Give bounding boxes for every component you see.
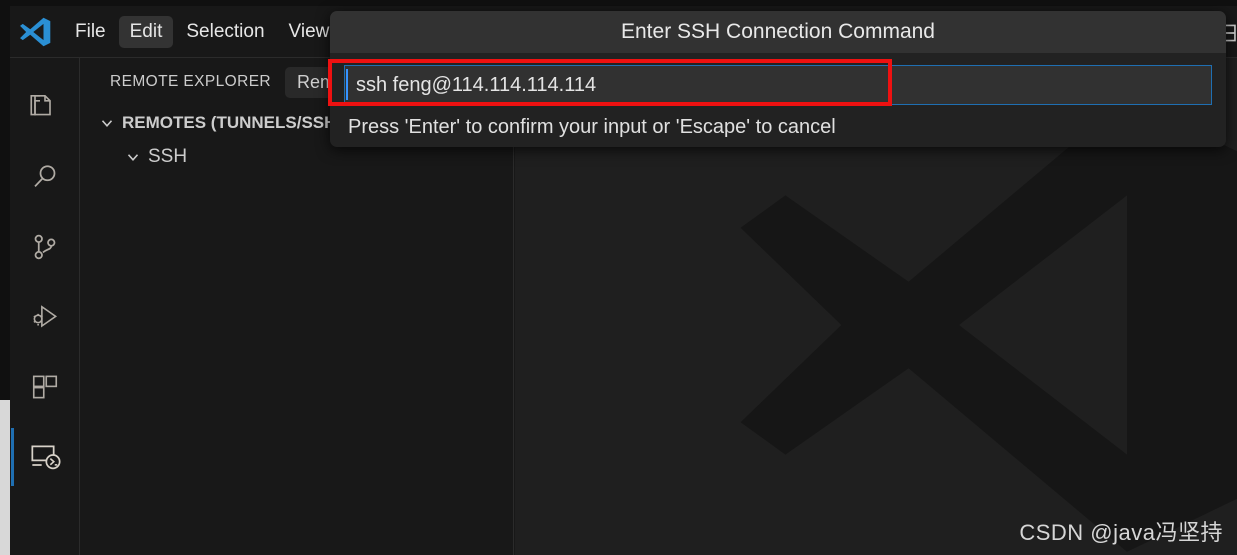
quick-input-field-wrap [344, 65, 1212, 105]
chevron-down-icon [96, 112, 118, 134]
run-debug-icon [30, 302, 60, 332]
quick-input-title: Enter SSH Connection Command [621, 20, 935, 43]
quick-input-titlebar: Enter SSH Connection Command [330, 11, 1226, 53]
menu-item-file[interactable]: File [64, 16, 117, 48]
sidebar-item-search[interactable] [10, 142, 80, 212]
vscode-window: File Edit Selection View REMOTE EXPLORER… [0, 0, 1237, 555]
text-caret [346, 69, 348, 100]
sidebar-view-title: REMOTE EXPLORER [110, 73, 272, 90]
csdn-watermark: CSDN @java冯坚持 [1019, 520, 1223, 545]
quick-input-dialog: Enter SSH Connection Command Press 'Ente… [330, 11, 1226, 147]
window-frame-left-highlight [0, 400, 10, 555]
sidebar-item-run-and-debug[interactable] [10, 282, 80, 352]
vscode-logo-icon [18, 15, 52, 49]
search-icon [30, 162, 60, 192]
source-control-icon [30, 232, 60, 262]
files-icon [29, 92, 60, 122]
remote-explorer-icon [29, 441, 61, 473]
sidebar-item-remote-explorer[interactable] [10, 422, 80, 492]
tree-item-label: REMOTES (TUNNELS/SSH) [122, 113, 343, 132]
quick-input-hint: Press 'Enter' to confirm your input or '… [348, 116, 836, 138]
sidebar-item-extensions[interactable] [10, 352, 80, 422]
ssh-command-input[interactable] [344, 65, 1212, 105]
menu-bar: File Edit Selection View [64, 15, 340, 48]
quick-input-body: Press 'Enter' to confirm your input or '… [330, 53, 1226, 139]
menu-item-selection[interactable]: Selection [175, 16, 275, 48]
extensions-icon [30, 372, 60, 402]
sidebar-item-explorer[interactable] [10, 72, 80, 142]
activity-bar [10, 58, 80, 555]
tree-item-label: SSH [148, 146, 188, 167]
sidebar-item-source-control[interactable] [10, 212, 80, 282]
menu-item-edit[interactable]: Edit [118, 15, 174, 48]
chevron-down-icon [122, 146, 144, 168]
